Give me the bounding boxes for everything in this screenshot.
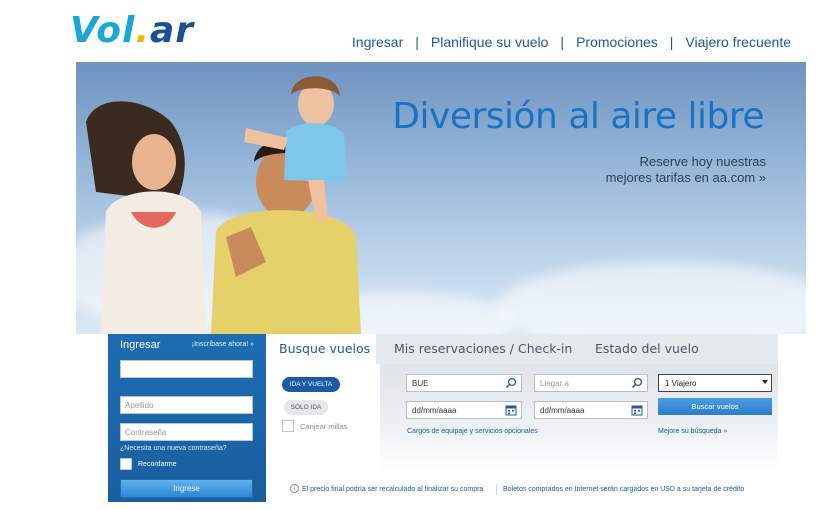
hero-banner[interactable]: Diversión al aire libre Reserve hoy nues… — [76, 62, 806, 334]
price-note: El precio final podría ser recalculado a… — [302, 486, 484, 493]
hero-title: Diversión al aire libre — [392, 96, 764, 137]
redeem-miles[interactable]: Canjear millas — [282, 420, 348, 432]
login-title: Ingresar — [120, 339, 161, 351]
nav-promotions[interactable]: Promociones — [576, 34, 658, 50]
logo-dot: . — [135, 10, 151, 51]
refine-search-link[interactable]: Mejore su búsqueda » — [658, 428, 727, 435]
top-nav: Ingresar | Planifique su vuelo | Promoci… — [352, 34, 791, 50]
login-button[interactable]: Ingrese — [120, 479, 253, 498]
logo-part1: Vol — [70, 10, 136, 51]
hero-subtitle[interactable]: Reserve hoy nuestras mejores tarifas en … — [606, 154, 766, 186]
tab-flight-status[interactable]: Estado del vuelo — [582, 334, 742, 364]
remember-label: Recordarme — [138, 460, 177, 468]
depart-date-value: dd/mm/aaaa — [412, 406, 457, 415]
family-photo — [86, 76, 361, 334]
travelers-value: 1 Viajero — [665, 379, 697, 388]
redeem-miles-checkbox[interactable] — [282, 420, 294, 432]
logo[interactable]: Vol.ar — [70, 10, 194, 51]
travelers-select[interactable]: 1 Viajero — [658, 374, 772, 392]
redeem-miles-label: Canjear millas — [300, 421, 348, 431]
search-flights-button[interactable]: Buscar vuelos — [658, 398, 772, 415]
login-panel: Ingresar ¡Inscríbase ahora! » Apellido C… — [108, 334, 266, 502]
depart-date-input[interactable]: dd/mm/aaaa — [406, 401, 522, 419]
origin-input[interactable]: BUE — [406, 374, 522, 392]
nav-frequent-flyer[interactable]: Viajero frecuente — [685, 34, 791, 50]
booking-panel: Busque vuelos Mis reservaciones / Check-… — [266, 334, 778, 502]
cloud-shape — [496, 262, 806, 334]
currency-note: Boletos comprados en Internet serán carg… — [503, 486, 745, 493]
nav-separator: | — [415, 34, 419, 50]
nav-login[interactable]: Ingresar — [352, 34, 403, 50]
nav-separator: | — [560, 34, 565, 50]
search-icon[interactable] — [631, 377, 643, 389]
logo-part2: ar — [150, 10, 195, 51]
return-date-value: dd/mm/aaaa — [540, 406, 585, 415]
return-date-input[interactable]: dd/mm/aaaa — [534, 401, 648, 419]
one-way-toggle[interactable]: SÓLO IDA — [284, 400, 328, 415]
remember-me[interactable]: Recordarme — [120, 458, 177, 470]
hero-cta-link[interactable]: mejores tarifas en aa.com » — [606, 170, 766, 186]
note-divider — [496, 484, 497, 495]
page: Vol.ar Ingresar | Planifique su vuelo | … — [0, 0, 825, 510]
forgot-password-link[interactable]: ¿Necesita una nueva contraseña? — [120, 445, 227, 452]
booking-tabs: Busque vuelos Mis reservaciones / Check-… — [266, 334, 778, 364]
remember-checkbox[interactable] — [120, 458, 132, 470]
baggage-fees-link[interactable]: Cargos de equipaje y servicios opcionale… — [407, 428, 538, 435]
calendar-icon[interactable] — [631, 404, 643, 416]
destination-placeholder: Llegar a — [540, 379, 569, 388]
tab-reservations[interactable]: Mis reservaciones / Check-in — [381, 334, 581, 364]
nav-plan-flight[interactable]: Planifique su vuelo — [431, 34, 549, 50]
origin-value: BUE — [412, 379, 429, 388]
signup-link[interactable]: ¡Inscríbase ahora! » — [192, 341, 254, 348]
member-id-field[interactable] — [120, 360, 253, 378]
destination-input[interactable]: Llegar a — [534, 374, 648, 392]
nav-separator: | — [669, 34, 674, 50]
password-field[interactable]: Contraseña — [120, 423, 253, 441]
lastname-field[interactable]: Apellido — [120, 396, 253, 414]
calendar-icon[interactable] — [505, 404, 517, 416]
round-trip-toggle[interactable]: IDA Y VUELTA — [282, 377, 340, 392]
hero-subtitle-line1: Reserve hoy nuestras — [639, 154, 766, 169]
search-icon[interactable] — [505, 377, 517, 389]
chevron-down-icon — [762, 380, 768, 384]
info-icon: i — [290, 484, 299, 493]
tab-search-flights[interactable]: Busque vuelos — [266, 334, 376, 364]
